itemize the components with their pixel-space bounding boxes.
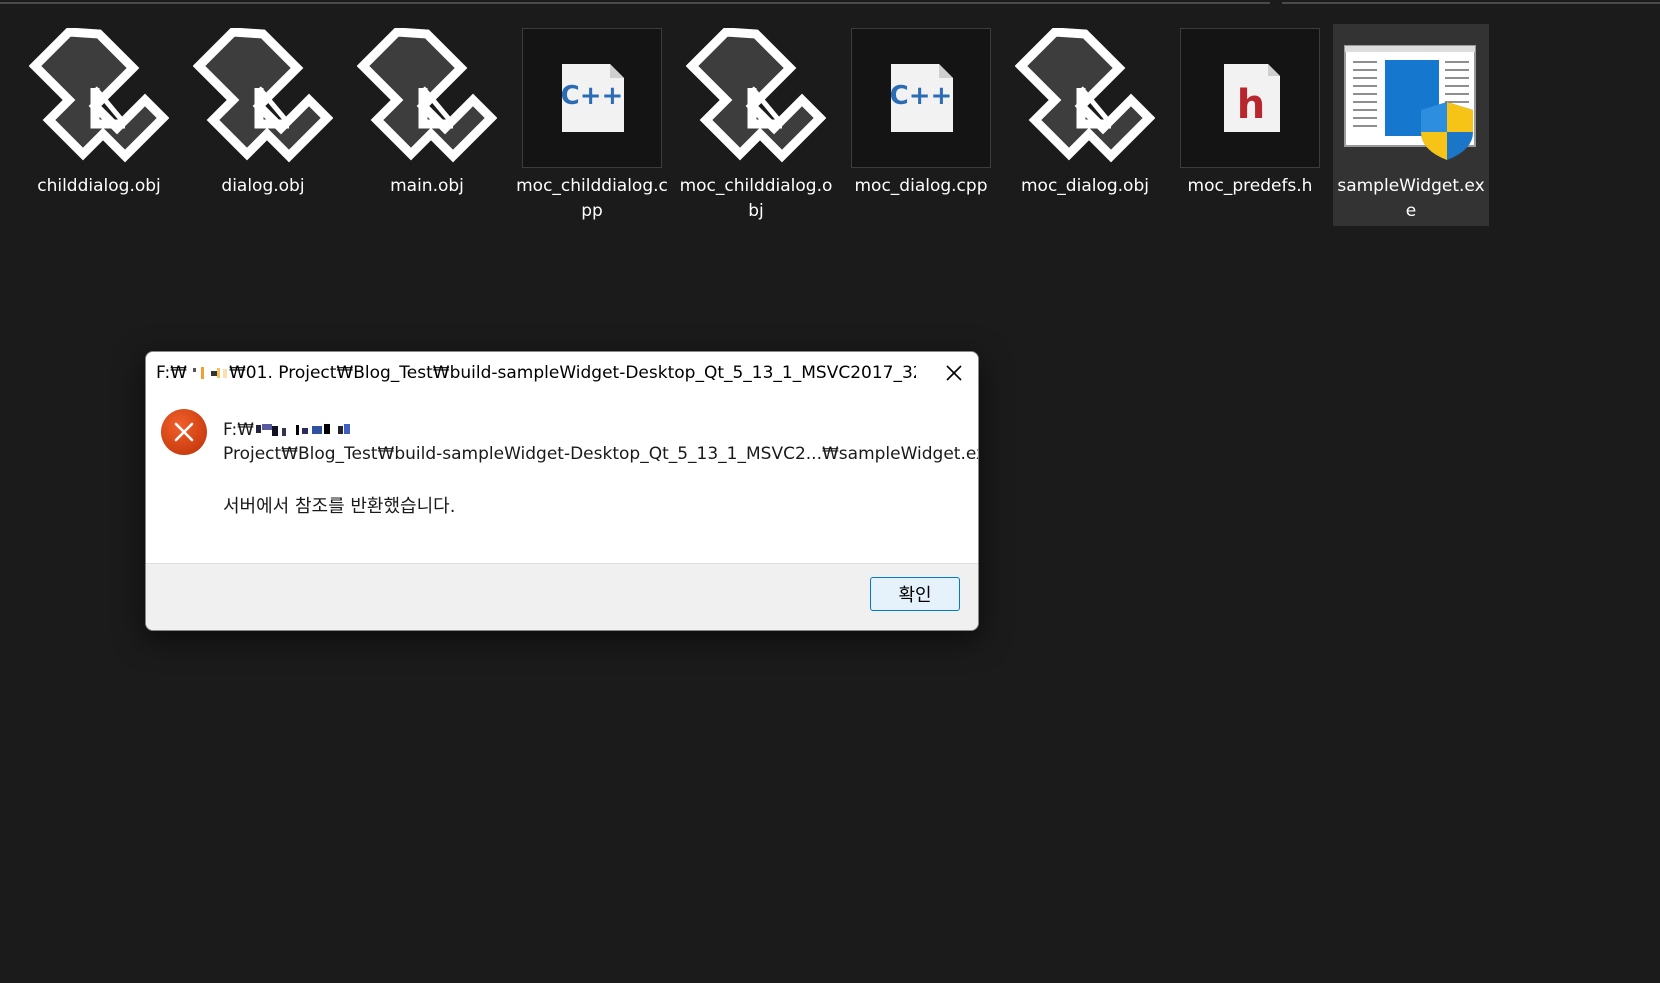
redacted-text <box>189 366 229 380</box>
file-name-label: childdialog.obj <box>37 176 161 196</box>
file-item[interactable]: moc_childdialog.obj <box>678 24 834 226</box>
exe-shield-icon <box>1341 28 1481 168</box>
file-name-label: moc_dialog.cpp <box>854 176 988 196</box>
file-name-label: sampleWidget.exe <box>1337 176 1485 221</box>
redacted-text <box>256 422 356 438</box>
qt-creator-obj-icon <box>356 27 498 168</box>
file-name-label: main.obj <box>390 176 464 196</box>
file-item[interactable]: C++ moc_dialog.cpp <box>843 24 999 226</box>
cpp-file-icon: C++ <box>522 28 662 168</box>
error-icon <box>161 409 207 455</box>
qt-creator-obj-icon <box>192 27 334 168</box>
close-button[interactable] <box>936 356 972 390</box>
file-name-label: moc_childdialog.cpp <box>516 176 668 221</box>
close-icon <box>946 365 962 381</box>
file-name-label: moc_dialog.obj <box>1021 176 1149 196</box>
cpp-file-icon: C++ <box>851 28 991 168</box>
dialog-footer: 확인 <box>146 563 978 630</box>
file-name-label: dialog.obj <box>221 176 305 196</box>
qt-creator-obj-icon <box>28 27 170 168</box>
file-item[interactable]: h moc_predefs.h <box>1172 24 1328 226</box>
file-name-label: moc_childdialog.obj <box>679 176 833 221</box>
svg-text:h: h <box>1237 82 1265 128</box>
ok-button[interactable]: 확인 <box>870 577 960 611</box>
file-item[interactable]: dialog.obj <box>185 24 341 226</box>
header-file-icon: h <box>1180 28 1320 168</box>
dialog-title: F:₩ ₩01. Project₩Blog_Test₩build-sampleW… <box>156 363 916 383</box>
error-message: 서버에서 참조를 반환했습니다. <box>223 496 456 517</box>
error-dialog: F:₩ ₩01. Project₩Blog_Test₩build-sampleW… <box>145 351 979 631</box>
message-path-line-1: F:₩ <box>223 420 356 440</box>
file-item[interactable]: C++ moc_childdialog.cpp <box>514 24 670 226</box>
file-item[interactable]: moc_dialog.obj <box>1007 24 1163 226</box>
dialog-titlebar: F:₩ ₩01. Project₩Blog_Test₩build-sampleW… <box>146 352 978 396</box>
qt-creator-obj-icon <box>1014 27 1156 168</box>
file-name-label: moc_predefs.h <box>1187 176 1313 196</box>
file-item[interactable]: main.obj <box>349 24 505 226</box>
svg-text:C++: C++ <box>561 81 624 111</box>
qt-creator-obj-icon <box>685 27 827 168</box>
file-item[interactable]: sampleWidget.exe <box>1333 24 1489 226</box>
svg-text:C++: C++ <box>890 81 953 111</box>
file-item[interactable]: childdialog.obj <box>21 24 177 226</box>
header-divider <box>0 2 1270 4</box>
header-divider-right <box>1282 2 1660 4</box>
message-path-line-2: Project₩Blog_Test₩build-sampleWidget-Des… <box>223 444 979 464</box>
